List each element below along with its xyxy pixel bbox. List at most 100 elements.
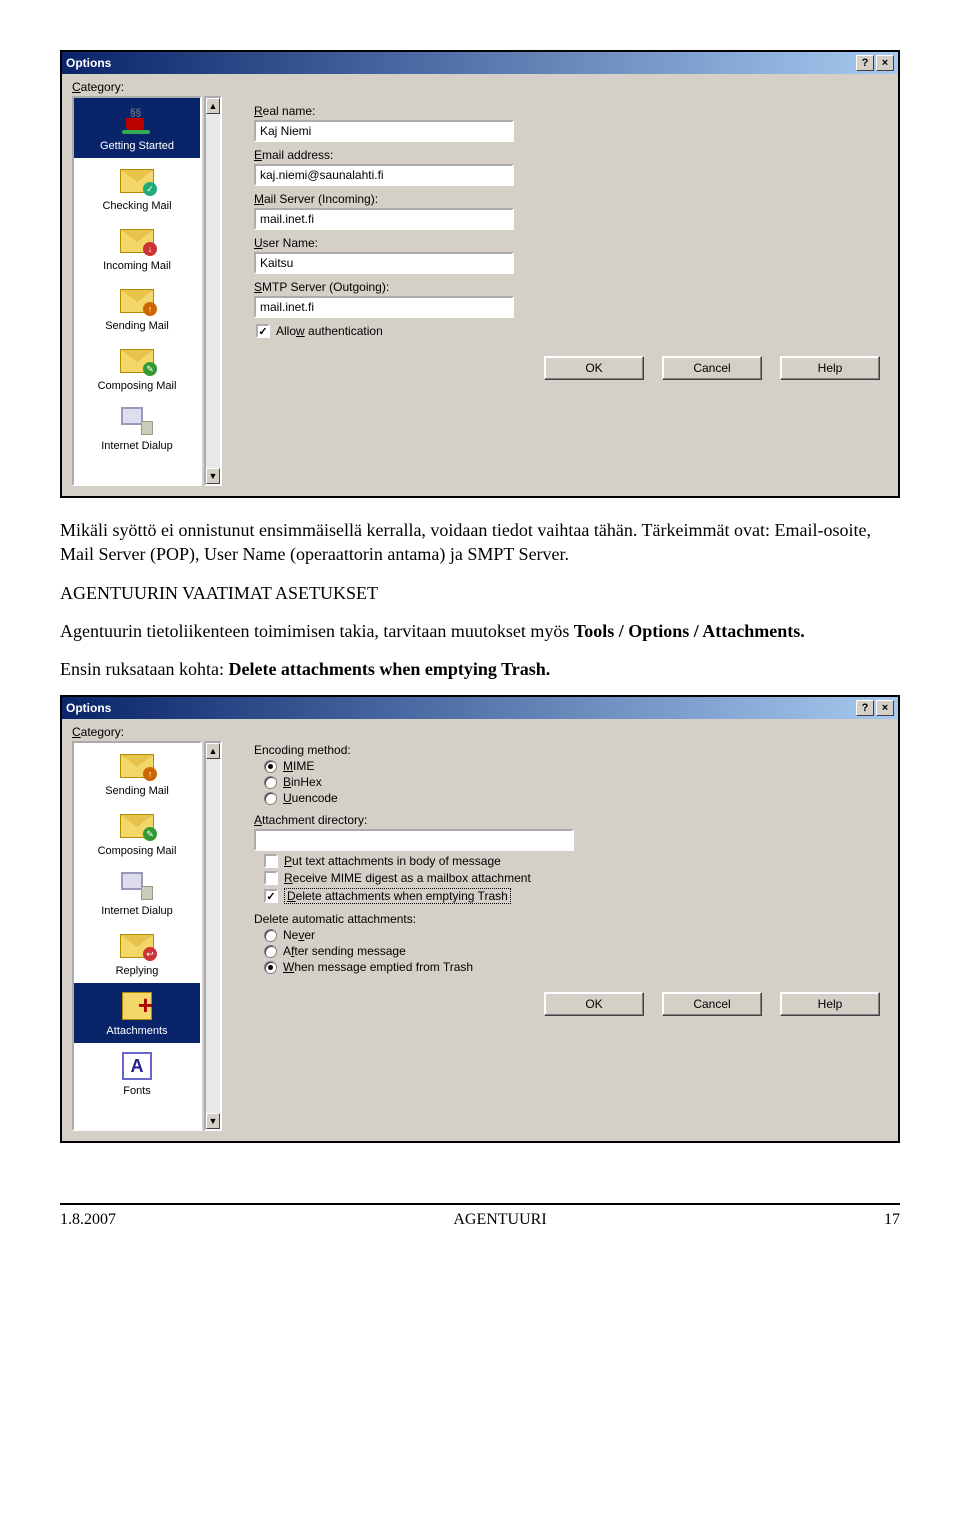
sidebar-item-label: Fonts xyxy=(123,1085,151,1097)
mail-server-label: Mail Server (Incoming): xyxy=(254,192,888,206)
sidebar-item-label: Internet Dialup xyxy=(101,440,173,452)
sidebar-item-checking-mail[interactable]: ✓ Checking Mail xyxy=(74,158,200,218)
radio-mime-label: MIME xyxy=(283,759,314,773)
category-sidebar: §§ Getting Started ✓ Checking Mail ↓ Inc… xyxy=(72,96,202,486)
help-icon[interactable]: ? xyxy=(856,55,874,71)
chk-delete-trash[interactable]: ✓ xyxy=(264,889,278,903)
radio-never[interactable] xyxy=(264,929,277,942)
sidebar-item-getting-started[interactable]: §§ Getting Started xyxy=(74,98,200,158)
radio-binhex[interactable] xyxy=(264,776,277,789)
sidebar-item-internet-dialup[interactable]: Internet Dialup xyxy=(74,398,200,458)
envelope-out-icon: ↑ xyxy=(119,749,155,783)
ok-button[interactable]: OK xyxy=(544,356,644,380)
radio-uuencode[interactable] xyxy=(264,792,277,805)
paragraph-3: Ensin ruksataan kohta: Delete attachment… xyxy=(60,657,900,681)
titlebar: Options ? × xyxy=(62,52,898,74)
email-label: Email address: xyxy=(254,148,888,162)
chk-delete-trash-label: Delete attachments when emptying Trash xyxy=(284,888,511,904)
envelope-in-icon: ↓ xyxy=(119,224,155,258)
category-sidebar: ↑ Sending Mail ✎ Composing Mail Internet… xyxy=(72,741,202,1131)
paragraph-2: Agentuurin tietoliikenteen toimimisen ta… xyxy=(60,619,900,643)
envelope-compose-icon: ✎ xyxy=(119,344,155,378)
sidebar-item-label: Composing Mail xyxy=(98,380,177,392)
form-panel: Encoding method: MIME BinHex Uuencode At… xyxy=(228,741,888,1131)
sidebar-item-sending-mail[interactable]: ↑ Sending Mail xyxy=(74,278,200,338)
sidebar-item-label: Sending Mail xyxy=(105,320,169,332)
real-name-input[interactable] xyxy=(254,120,514,142)
footer-title: AGENTUURI xyxy=(453,1211,546,1229)
sidebar-item-label: Checking Mail xyxy=(102,200,171,212)
titlebar: Options ? × xyxy=(62,697,898,719)
delete-auto-label: Delete automatic attachments: xyxy=(254,912,888,926)
sidebar-scrollbar[interactable]: ▲ ▼ xyxy=(204,741,222,1131)
window-title: Options xyxy=(66,701,111,715)
sidebar-item-label: Getting Started xyxy=(100,140,174,152)
scroll-up-icon[interactable]: ▲ xyxy=(206,743,220,759)
file-attach-icon xyxy=(119,989,155,1023)
attachment-dir-input[interactable] xyxy=(254,829,574,851)
scroll-up-icon[interactable]: ▲ xyxy=(206,98,220,114)
sidebar-item-fonts[interactable]: A Fonts xyxy=(74,1043,200,1103)
real-name-label: Real name: xyxy=(254,104,888,118)
scroll-down-icon[interactable]: ▼ xyxy=(206,468,220,484)
sidebar-item-composing-mail[interactable]: ✎ Composing Mail xyxy=(74,338,200,398)
sidebar-item-sending-mail[interactable]: ↑ Sending Mail xyxy=(74,743,200,803)
radio-when-label: When message emptied from Trash xyxy=(283,960,473,974)
sidebar-item-internet-dialup[interactable]: Internet Dialup xyxy=(74,863,200,923)
paragraph-1: Mikäli syöttö ei onnistunut ensimmäisell… xyxy=(60,518,900,567)
radio-uuencode-label: Uuencode xyxy=(283,791,338,805)
sidebar-item-incoming-mail[interactable]: ↓ Incoming Mail xyxy=(74,218,200,278)
chk-put-body-label: Put text attachments in body of message xyxy=(284,854,501,868)
category-label: Category: xyxy=(72,725,888,739)
close-icon[interactable]: × xyxy=(876,700,894,716)
attachment-dir-label: Attachment directory: xyxy=(254,813,888,827)
chk-put-body[interactable] xyxy=(264,854,278,868)
radio-mime[interactable] xyxy=(264,760,277,773)
help-button[interactable]: Help xyxy=(780,992,880,1016)
options-window-1: Options ? × Category: §§ Getting Started… xyxy=(60,50,900,498)
close-icon[interactable]: × xyxy=(876,55,894,71)
chk-receive-mime[interactable] xyxy=(264,871,278,885)
sidebar-item-label: Internet Dialup xyxy=(101,905,173,917)
user-name-label: User Name: xyxy=(254,236,888,250)
email-input[interactable] xyxy=(254,164,514,186)
options-window-2: Options ? × Category: ↑ Sending Mail ✎ C… xyxy=(60,695,900,1143)
cancel-button[interactable]: Cancel xyxy=(662,992,762,1016)
scroll-down-icon[interactable]: ▼ xyxy=(206,1113,220,1129)
envelope-out-icon: ↑ xyxy=(119,284,155,318)
sidebar-item-label: Replying xyxy=(116,965,159,977)
sidebar-item-replying[interactable]: ↩ Replying xyxy=(74,923,200,983)
font-a-icon: A xyxy=(119,1049,155,1083)
chk-receive-mime-label: Receive MIME digest as a mailbox attachm… xyxy=(284,871,531,885)
page-footer: 1.8.2007 AGENTUURI 17 xyxy=(60,1211,900,1229)
radio-when[interactable] xyxy=(264,961,277,974)
help-icon[interactable]: ? xyxy=(856,700,874,716)
sidebar-item-attachments[interactable]: Attachments xyxy=(74,983,200,1043)
allow-auth-label: Allow authentication xyxy=(276,324,383,338)
sidebar-scrollbar[interactable]: ▲ ▼ xyxy=(204,96,222,486)
envelope-check-icon: ✓ xyxy=(119,164,155,198)
smtp-server-label: SMTP Server (Outgoing): xyxy=(254,280,888,294)
envelope-reply-icon: ↩ xyxy=(119,929,155,963)
category-label: Category: xyxy=(72,80,888,94)
smtp-server-input[interactable] xyxy=(254,296,514,318)
help-button[interactable]: Help xyxy=(780,356,880,380)
encoding-method-label: Encoding method: xyxy=(254,743,351,757)
heading-agentuurin: AGENTUURIN VAATIMAT ASETUKSET xyxy=(60,581,900,605)
sidebar-item-label: Attachments xyxy=(106,1025,167,1037)
radio-never-label: Never xyxy=(283,928,315,942)
user-name-input[interactable] xyxy=(254,252,514,274)
envelope-compose-icon: ✎ xyxy=(119,809,155,843)
sidebar-item-composing-mail[interactable]: ✎ Composing Mail xyxy=(74,803,200,863)
sidebar-item-label: Composing Mail xyxy=(98,845,177,857)
coffee-cup-icon: §§ xyxy=(119,104,155,138)
window-title: Options xyxy=(66,56,111,70)
allow-auth-checkbox[interactable]: ✓ xyxy=(256,324,270,338)
cancel-button[interactable]: Cancel xyxy=(662,356,762,380)
footer-rule xyxy=(60,1203,900,1205)
radio-after[interactable] xyxy=(264,945,277,958)
ok-button[interactable]: OK xyxy=(544,992,644,1016)
mail-server-input[interactable] xyxy=(254,208,514,230)
sidebar-item-label: Sending Mail xyxy=(105,785,169,797)
computer-icon xyxy=(119,869,155,903)
